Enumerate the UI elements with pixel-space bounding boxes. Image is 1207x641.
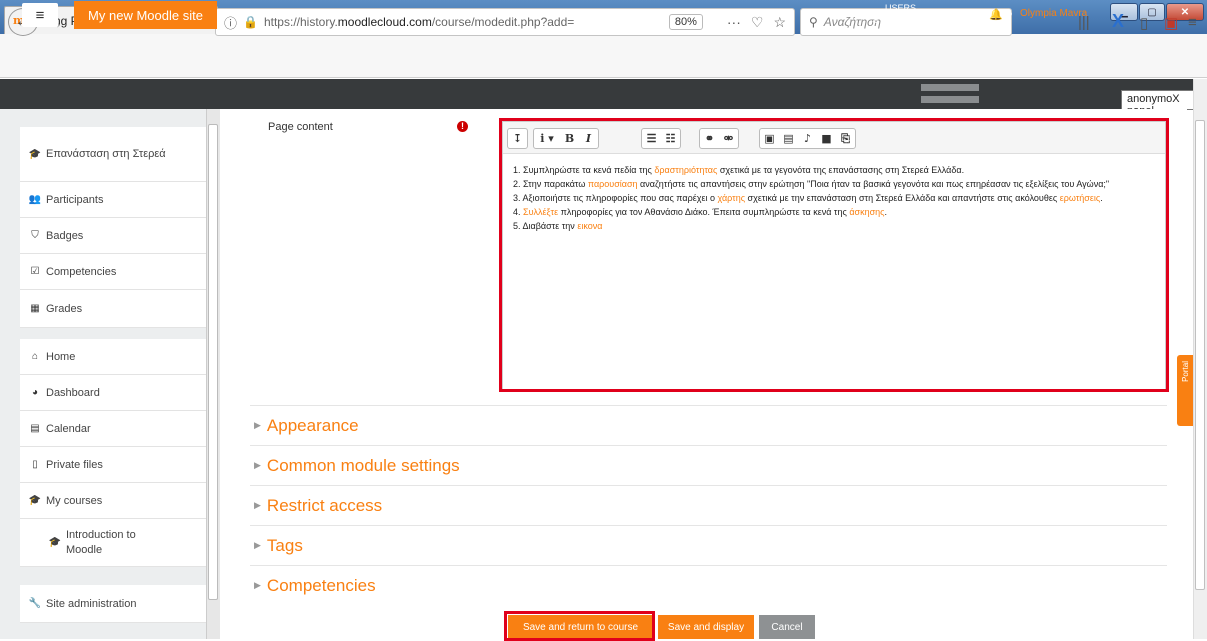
portal-tab[interactable]: Portal <box>1177 355 1193 426</box>
required-icon: ! <box>457 121 468 132</box>
section-common-module-settings[interactable]: ▶ Common module settings <box>250 445 1167 485</box>
drawer-item-badges[interactable]: ⛉ Badges <box>20 218 206 254</box>
moodle-navbar <box>0 79 1207 109</box>
users-usage-bar <box>921 84 979 91</box>
table-icon: ▦ <box>30 303 40 314</box>
editor-highlight-box <box>499 118 1169 392</box>
expand-caret-icon: ▶ <box>254 580 261 590</box>
storage-label: STORAGE <box>872 15 916 25</box>
search-icon: ⚲ <box>809 15 818 29</box>
user-name[interactable]: Olympia Mavra <box>1020 8 1087 19</box>
users-storage-labels: USERS STORAGE <box>866 2 916 26</box>
section-label: Appearance <box>266 415 359 435</box>
page-actions-icon[interactable]: ··· <box>727 14 741 30</box>
messages-icon[interactable]: ● <box>1006 8 1013 20</box>
users-label: USERS <box>884 3 916 13</box>
graduation-cap-icon: 🎓 <box>28 495 42 506</box>
drawer-item-label: Site administration <box>46 597 137 610</box>
drawer-item-label: Badges <box>46 229 84 242</box>
language-menu[interactable]: ENGLISH (EN) ▾ <box>254 9 333 20</box>
calendar-icon: ▤ <box>30 423 40 434</box>
home-icon: ⌂ <box>31 351 39 362</box>
graduation-cap-icon: 🎓 <box>48 537 62 548</box>
section-tags[interactable]: ▶ Tags <box>250 525 1167 565</box>
storage-usage-bar <box>921 96 979 103</box>
drawer-item-label: Home <box>46 350 76 363</box>
page-scroll-thumb[interactable] <box>1195 120 1205 590</box>
section-label: Restrict access <box>266 495 383 515</box>
expand-caret-icon: ▶ <box>254 540 261 550</box>
drawer-item-label: My courses <box>46 494 103 507</box>
checkbox-icon: ☑ <box>30 266 40 277</box>
drawer-item-site-admin[interactable]: 🔧 Site administration <box>20 585 206 623</box>
dashboard-icon: ◕ <box>31 387 39 398</box>
info-icon[interactable]: ⓘ <box>224 13 237 32</box>
drawer-item-calendar[interactable]: ▤ Calendar <box>20 411 206 447</box>
graduation-cap-icon: 🎓 <box>28 148 42 160</box>
notification-bell-icon[interactable]: 🔔 <box>989 8 1003 21</box>
page-content-label: Page content <box>268 121 333 133</box>
drawer-item-label: Calendar <box>46 422 91 435</box>
wrench-icon: 🔧 <box>28 598 42 609</box>
drawer-item-course[interactable]: 🎓 Επανάσταση στη Στερεά <box>20 127 206 182</box>
drawer-item-label: Επανάσταση στη Στερεά <box>46 147 166 160</box>
menu-icon[interactable]: ≡ <box>1188 14 1197 31</box>
expand-caret-icon: ▶ <box>254 420 261 430</box>
drawer-item-dashboard[interactable]: ◕ Dashboard <box>20 375 206 411</box>
hamburger-menu-icon[interactable]: ≡ <box>22 3 58 27</box>
drawer-item-participants[interactable]: 👥 Participants <box>20 182 206 218</box>
section-label: Tags <box>266 535 303 555</box>
section-label: Competencies <box>266 575 376 595</box>
shield-icon: ⛉ <box>31 230 39 241</box>
save-and-display-button[interactable]: Save and display <box>658 615 754 639</box>
bookmark-star-icon[interactable]: ☆ <box>773 14 786 31</box>
cancel-button[interactable]: Cancel <box>759 615 815 639</box>
drawer-item-label: Introduction to Moodle <box>66 528 136 556</box>
drawer-item-label: Competencies <box>46 265 117 278</box>
users-icon: 👥 <box>28 194 42 205</box>
section-label: Common module settings <box>266 455 460 475</box>
pocket-save-icon[interactable]: ▣ <box>1164 14 1178 32</box>
drawer-item-home[interactable]: ⌂ Home <box>20 339 206 375</box>
drawer-item-label: Private files <box>46 458 103 471</box>
drawer-item-my-courses[interactable]: 🎓 My courses <box>20 483 206 519</box>
drawer-item-grades[interactable]: ▦ Grades <box>20 290 206 328</box>
drawer-item-competencies[interactable]: ☑ Competencies <box>20 254 206 290</box>
zoom-level[interactable]: 80% <box>668 14 703 30</box>
sidebar-icon[interactable]: ▯ <box>1140 14 1148 32</box>
anonymox-icon[interactable]: X <box>1112 11 1124 32</box>
site-name-button[interactable]: My new Moodle site <box>74 1 217 29</box>
section-restrict-access[interactable]: ▶ Restrict access <box>250 485 1167 525</box>
file-icon: ▯ <box>32 459 38 470</box>
browser-navbar <box>0 34 1207 78</box>
drawer-item-label: Dashboard <box>46 386 100 399</box>
drawer-item-private-files[interactable]: ▯ Private files <box>20 447 206 483</box>
save-button-highlight-box <box>504 611 655 641</box>
drawer-item-intro-moodle[interactable]: 🎓 Introduction to Moodle <box>20 519 206 567</box>
expand-caret-icon: ▶ <box>254 500 261 510</box>
drawer-item-label: Participants <box>46 193 104 206</box>
pocket-icon[interactable]: ♡ <box>751 14 764 31</box>
drawer-item-label: Grades <box>46 302 83 315</box>
drawer-scroll-thumb[interactable] <box>208 124 218 600</box>
section-competencies[interactable]: ▶ Competencies <box>250 565 1167 605</box>
expand-caret-icon: ▶ <box>254 460 261 470</box>
section-appearance[interactable]: ▶ Appearance <box>250 405 1167 445</box>
